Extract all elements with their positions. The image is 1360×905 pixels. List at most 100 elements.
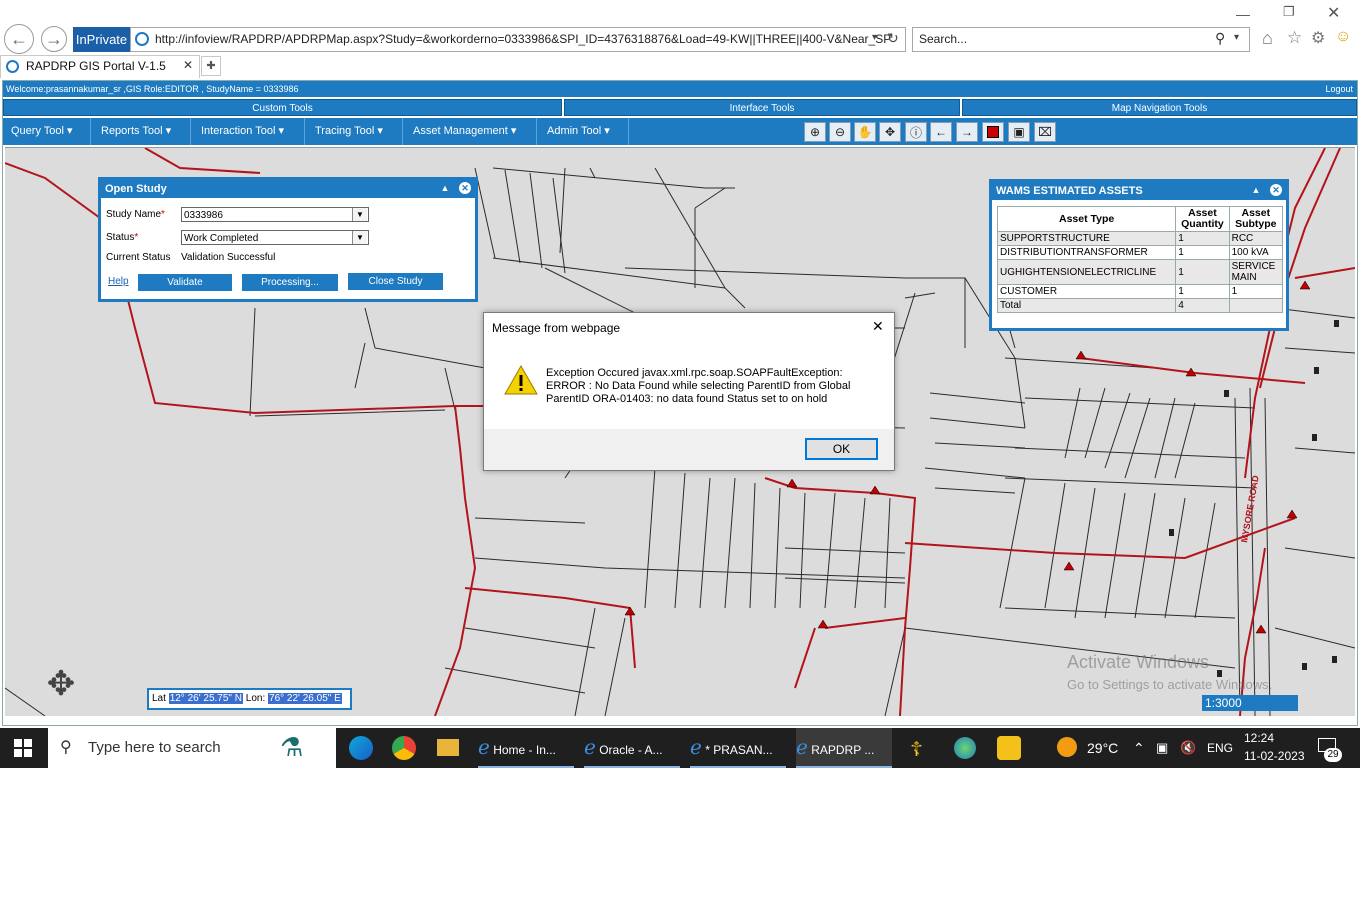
browser-search-box[interactable]: Search... ⚲ ▾ bbox=[912, 27, 1250, 52]
zoom-box-icon[interactable]: ▣ bbox=[1008, 122, 1030, 142]
column-header: Asset Quantity bbox=[1175, 206, 1230, 232]
clock-time[interactable]: 12:24 bbox=[1244, 731, 1274, 745]
browser-tab[interactable]: RAPDRP GIS Portal V-1.5 ✕ bbox=[0, 55, 200, 78]
globe-app-icon[interactable] bbox=[954, 737, 976, 759]
study-name-label: Study Name* bbox=[106, 209, 165, 220]
clock-date[interactable]: 11-02-2023 bbox=[1244, 749, 1305, 763]
chevron-up-icon[interactable]: ⌃ bbox=[1133, 728, 1145, 768]
ie-icon: ℯ bbox=[796, 737, 808, 759]
zoom-out-icon[interactable]: ⊖ bbox=[829, 122, 851, 142]
restore-icon[interactable]: ❐ bbox=[1283, 4, 1295, 20]
identify-info-icon[interactable]: ⓘ bbox=[905, 122, 927, 142]
url-text[interactable]: http://infoview/RAPDRP/APDRPMap.aspx?Stu… bbox=[155, 32, 891, 46]
custom-tools-header: Custom Tools bbox=[3, 99, 562, 116]
close-icon[interactable]: ✕ bbox=[459, 182, 471, 194]
chrome-icon[interactable] bbox=[392, 736, 416, 760]
lat-value: 12° 26' 25.75" N bbox=[168, 693, 243, 704]
menu-interaction-tool[interactable]: Interaction Tool ▾ bbox=[193, 118, 305, 145]
back-button[interactable]: ← bbox=[4, 24, 34, 54]
forward-button[interactable]: → bbox=[41, 26, 67, 52]
dropdown-icon[interactable]: ▾ bbox=[872, 32, 877, 43]
interface-tools-header: Interface Tools bbox=[564, 99, 960, 116]
clear-selection-icon[interactable]: ⌧ bbox=[1034, 122, 1056, 142]
table-cell: 1 bbox=[1228, 284, 1284, 299]
favorites-icon[interactable]: ☆ bbox=[1287, 28, 1302, 48]
file-explorer-icon[interactable] bbox=[437, 739, 459, 756]
weather-sun-icon bbox=[1057, 737, 1077, 757]
chevron-down-icon[interactable]: ▼ bbox=[352, 231, 367, 244]
activate-windows-title: Activate Windows bbox=[1067, 652, 1210, 672]
wams-assets-panel: WAMS ESTIMATED ASSETS ▲ ✕ Asset Type Ass… bbox=[989, 179, 1289, 331]
language-indicator[interactable]: ENG bbox=[1207, 728, 1233, 768]
menu-reports-tool[interactable]: Reports Tool ▾ bbox=[93, 118, 191, 145]
ok-button[interactable]: OK bbox=[805, 438, 878, 460]
taskbar-app-oracle[interactable]: ℯ Oracle - A... bbox=[584, 728, 680, 768]
menu-tracing-tool[interactable]: Tracing Tool ▾ bbox=[307, 118, 403, 145]
pinned-tool-icon[interactable]: ☦ bbox=[910, 737, 923, 762]
address-bar[interactable]: http://infoview/RAPDRP/APDRPMap.aspx?Stu… bbox=[130, 27, 906, 52]
logout-link[interactable]: Logout bbox=[1325, 81, 1353, 97]
close-study-button[interactable]: Close Study bbox=[348, 273, 443, 290]
taskbar-app-prasan[interactable]: ℯ * PRASAN... bbox=[690, 728, 786, 768]
table-cell: 1 bbox=[1175, 245, 1230, 260]
table-row: CUSTOMER 1 1 bbox=[996, 284, 1284, 299]
message-dialog: Message from webpage ✕ Exception Occured… bbox=[483, 312, 895, 471]
network-icon[interactable]: ▣ bbox=[1156, 728, 1168, 768]
windows-start-icon[interactable] bbox=[14, 739, 32, 757]
close-icon[interactable]: ✕ bbox=[1270, 184, 1282, 196]
collapse-icon[interactable]: ▲ bbox=[1250, 184, 1262, 196]
search-icon[interactable]: ⚲ bbox=[1215, 30, 1225, 47]
search-dropdown-icon[interactable]: ▾ bbox=[1234, 32, 1239, 43]
help-link[interactable]: Help bbox=[108, 276, 129, 287]
table-row: UGHIGHTENSIONELECTRICLINE 1 SERVICE MAIN bbox=[996, 259, 1284, 285]
menu-query-tool[interactable]: Query Tool ▾ bbox=[3, 118, 91, 145]
close-window-icon[interactable]: ✕ bbox=[1327, 3, 1340, 23]
table-row: DISTRIBUTIONTRANSFORMER 1 100 kVA bbox=[996, 245, 1284, 260]
pan-hand-icon[interactable]: ✋ bbox=[854, 122, 876, 142]
table-cell: 1 bbox=[1175, 231, 1230, 246]
volume-muted-icon[interactable]: 🔇 bbox=[1180, 728, 1196, 768]
refresh-icon[interactable]: ↻ bbox=[887, 30, 899, 47]
minimize-icon[interactable]: — bbox=[1236, 6, 1250, 22]
chevron-down-icon[interactable]: ▼ bbox=[352, 208, 367, 221]
next-extent-icon[interactable]: → bbox=[956, 122, 978, 142]
home-icon[interactable]: ⌂ bbox=[1262, 28, 1273, 49]
collapse-icon[interactable]: ▲ bbox=[439, 182, 451, 194]
previous-extent-icon[interactable]: ← bbox=[930, 122, 952, 142]
dialog-close-icon[interactable]: ✕ bbox=[872, 318, 884, 335]
north-arrow-icon[interactable]: ✥ bbox=[41, 664, 81, 704]
assets-table: Asset Type Asset Quantity Asset Subtype … bbox=[996, 206, 1284, 313]
temperature[interactable]: 29°C bbox=[1087, 728, 1118, 768]
arrow-right-icon: → bbox=[45, 28, 63, 49]
search-input[interactable]: Search... bbox=[919, 32, 967, 46]
gear-icon[interactable]: ⚙ bbox=[1311, 28, 1325, 48]
dialog-titlebar: Message from webpage ✕ bbox=[484, 313, 894, 343]
message-line: Exception Occured javax.xml.rpc.soap.SOA… bbox=[546, 367, 843, 379]
validate-button[interactable]: Validate bbox=[138, 274, 232, 291]
status-select[interactable]: Work Completed ▼ bbox=[181, 230, 369, 245]
table-cell: UGHIGHTENSIONELECTRICLINE bbox=[996, 259, 1177, 285]
menu-asset-management[interactable]: Asset Management ▾ bbox=[405, 118, 537, 145]
close-tab-icon[interactable]: ✕ bbox=[183, 58, 193, 72]
study-name-select[interactable]: 0333986 ▼ bbox=[181, 207, 369, 222]
table-cell: 100 kVA bbox=[1228, 245, 1284, 260]
menu-bar: Query Tool ▾ Reports Tool ▾ Interaction … bbox=[3, 118, 1357, 145]
table-cell: CUSTOMER bbox=[996, 284, 1177, 299]
processing-button[interactable]: Processing... bbox=[242, 274, 338, 291]
zoom-in-icon[interactable]: ⊕ bbox=[804, 122, 826, 142]
full-extent-icon[interactable]: ✥ bbox=[879, 122, 901, 142]
taskbar-search[interactable]: ⚲ Type here to search ⚗ bbox=[48, 728, 336, 768]
ie-tab-icon bbox=[6, 60, 19, 73]
select-features-icon[interactable] bbox=[982, 122, 1004, 142]
smiley-icon[interactable]: ☺ bbox=[1335, 28, 1351, 46]
table-cell: SUPPORTSTRUCTURE bbox=[996, 231, 1177, 246]
open-study-panel: Open Study ▲ ✕ Study Name* 0333986 ▼ Sta… bbox=[98, 177, 478, 302]
taskbar-app-home[interactable]: ℯ Home - In... bbox=[478, 728, 574, 768]
edge-icon[interactable] bbox=[349, 736, 373, 760]
menu-admin-tool[interactable]: Admin Tool ▾ bbox=[539, 118, 629, 145]
bolt-app-icon[interactable] bbox=[997, 736, 1021, 760]
taskbar-app-rapdrp[interactable]: ℯ RAPDRP ... bbox=[796, 728, 892, 768]
new-tab-button[interactable]: ✚ bbox=[201, 56, 221, 76]
dialog-body: Exception Occured javax.xml.rpc.soap.SOA… bbox=[484, 343, 894, 429]
taskbar-search-placeholder: Type here to search bbox=[88, 739, 221, 756]
